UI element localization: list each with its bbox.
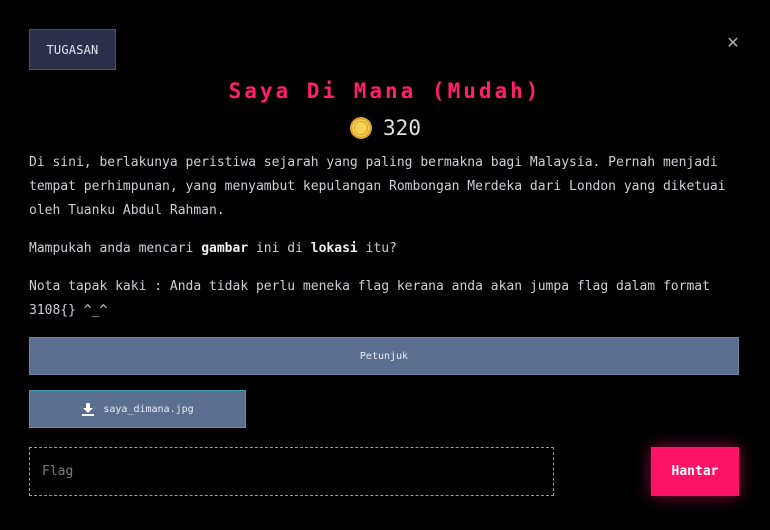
question-text-1: Mampukah anda mencari: [29, 241, 202, 256]
submit-button[interactable]: Hantar: [651, 447, 739, 496]
download-file-button[interactable]: saya_dimana.jpg: [29, 390, 246, 428]
close-icon[interactable]: ✕: [725, 35, 741, 51]
points-display: 320: [0, 116, 770, 140]
download-file-label: saya_dimana.jpg: [103, 403, 194, 415]
challenge-description: Di sini, berlakunya peristiwa sejarah ya…: [29, 155, 726, 218]
download-icon: [82, 403, 95, 416]
flag-input[interactable]: [29, 447, 554, 496]
question-bold-gambar: gambar: [201, 241, 249, 256]
hint-button[interactable]: Petunjuk: [29, 337, 739, 375]
question-text-3: itu?: [357, 241, 397, 256]
question-bold-lokasi: lokasi: [310, 241, 358, 256]
challenge-title: Saya Di Mana (Mudah): [228, 79, 542, 103]
question-text-2: ini di: [248, 241, 311, 256]
challenge-question: Mampukah anda mencari gambar ini di loka…: [29, 237, 741, 261]
coin-icon: [350, 117, 373, 139]
points-value: 320: [383, 116, 421, 140]
category-tag-button[interactable]: TUGASAN: [29, 29, 116, 70]
challenge-footnote: Nota tapak kaki : Anda tidak perlu menek…: [29, 279, 710, 318]
